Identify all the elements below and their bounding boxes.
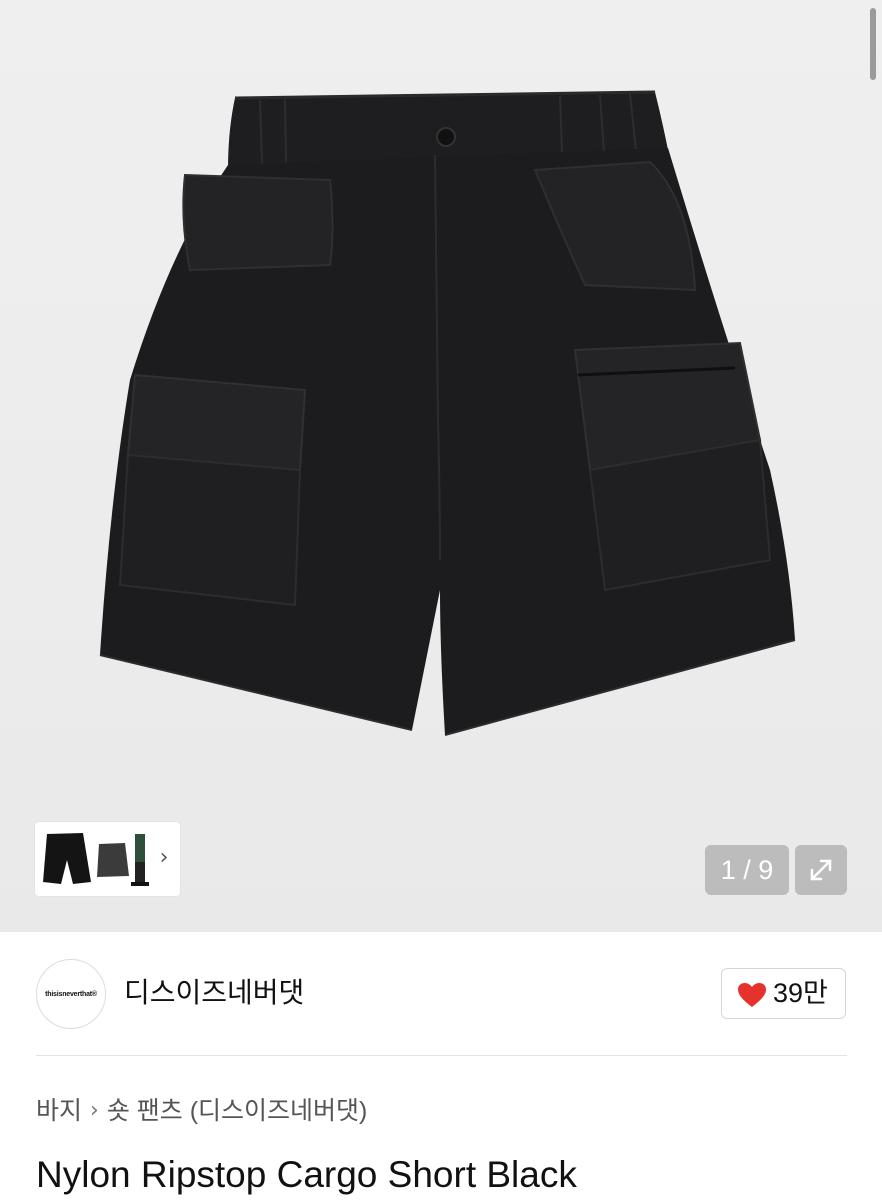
brand-logo[interactable]: thisisneverthat® xyxy=(36,959,106,1029)
like-count: 39만 xyxy=(773,978,828,1008)
page-scrollbar[interactable] xyxy=(870,8,876,80)
breadcrumb: 바지 › 숏 팬츠 (디스이즈네버댓) xyxy=(36,1093,367,1129)
divider xyxy=(36,1055,847,1056)
product-photo[interactable] xyxy=(0,0,882,932)
brand-row: thisisneverthat® 디스이즈네버댓 39만 xyxy=(0,955,882,1035)
breadcrumb-item-subcategory[interactable]: 숏 팬츠 (디스이즈네버댓) xyxy=(107,1093,368,1129)
product-title: Nylon Ripstop Cargo Short Black xyxy=(36,1154,577,1195)
expand-button[interactable] xyxy=(795,845,847,895)
brand-logo-text: thisisneverthat® xyxy=(45,990,97,998)
heart-icon xyxy=(738,983,766,1007)
image-counter: 1 / 9 xyxy=(705,845,789,895)
breadcrumb-item-category[interactable]: 바지 xyxy=(36,1093,82,1129)
thumbnail-strip[interactable]: › xyxy=(35,822,180,896)
product-image-gallery[interactable]: › 1 / 9 xyxy=(0,0,882,932)
chevron-right-icon[interactable]: › xyxy=(154,846,174,870)
brand-name-link[interactable]: 디스이즈네버댓 xyxy=(124,975,304,1011)
expand-arrows-icon xyxy=(810,859,832,881)
like-button[interactable]: 39만 xyxy=(721,968,846,1019)
chevron-right-icon: › xyxy=(90,1098,99,1123)
